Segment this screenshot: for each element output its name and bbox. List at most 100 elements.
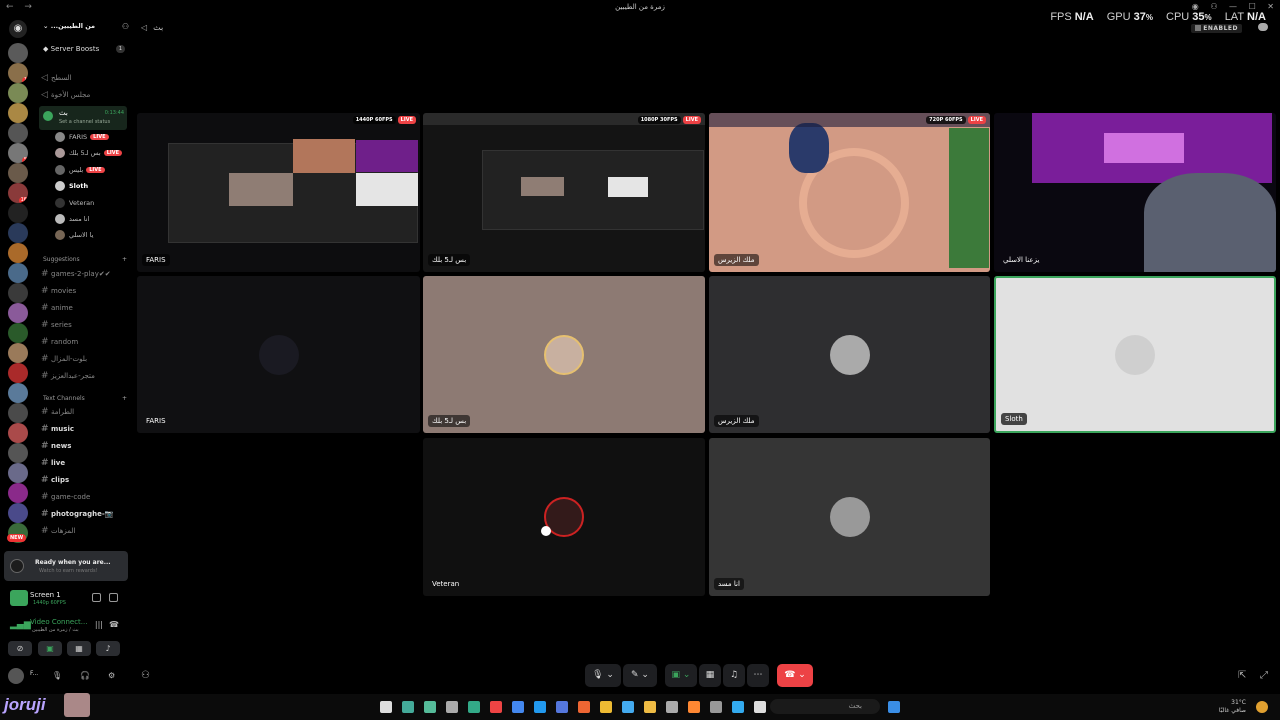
server-icon[interactable]: 5 bbox=[8, 143, 28, 163]
taskbar-app-icon[interactable] bbox=[534, 701, 546, 713]
voice-user[interactable]: بليس LIVE bbox=[55, 165, 105, 177]
text-channel[interactable]: # الطرامة bbox=[41, 405, 74, 420]
server-icon[interactable] bbox=[8, 303, 28, 323]
server-icon[interactable] bbox=[8, 463, 28, 483]
suggestions-header[interactable]: Suggestions + bbox=[43, 256, 127, 263]
server-icon[interactable] bbox=[8, 223, 28, 243]
inbox-icon[interactable]: ◉ bbox=[1192, 2, 1199, 11]
participant-tile[interactable]: ملك الزيرس bbox=[709, 276, 990, 433]
taskbar-app-icon[interactable] bbox=[578, 701, 590, 713]
server-icon[interactable] bbox=[8, 443, 28, 463]
chat-icon[interactable] bbox=[1258, 23, 1268, 31]
share-screen-button[interactable]: ▣ ⌄ bbox=[665, 664, 697, 687]
server-icon[interactable] bbox=[8, 163, 28, 183]
mic-icon[interactable]: 🎙 bbox=[52, 671, 62, 680]
disconnect-icon[interactable]: ☎ bbox=[109, 620, 119, 629]
taskbar-app-icon[interactable] bbox=[380, 701, 392, 713]
stream-tile[interactable]: 1080P 30FPS LIVE بس لـ5 بلك bbox=[423, 113, 705, 272]
participant-tile-speaking[interactable]: Sloth bbox=[994, 276, 1276, 433]
server-icon[interactable] bbox=[8, 383, 28, 403]
signal-icon[interactable]: ▂▄▆ bbox=[10, 620, 31, 630]
text-channel[interactable]: # music bbox=[41, 422, 74, 437]
voice-user[interactable]: Veteran bbox=[55, 198, 94, 210]
text-channel[interactable]: # games-2-play✔✔ bbox=[41, 267, 111, 282]
server-boosts[interactable]: ◆ Server Boosts 1 bbox=[43, 43, 125, 55]
server-icon[interactable] bbox=[8, 363, 28, 383]
voice-user[interactable]: بس لـ5 بلك LIVE bbox=[55, 148, 123, 160]
taskbar-search[interactable]: بحث bbox=[770, 699, 880, 714]
server-icon[interactable] bbox=[8, 263, 28, 283]
settings-gear-icon[interactable]: ⚙ bbox=[108, 671, 115, 680]
text-channel[interactable]: # series bbox=[41, 318, 72, 333]
voice-channel-roof[interactable]: ◁ السطح bbox=[41, 71, 72, 86]
participant-tile[interactable]: انا مسد bbox=[709, 438, 990, 596]
add-channel-icon[interactable]: + bbox=[122, 395, 127, 402]
voice-user[interactable]: انا مسد bbox=[55, 214, 89, 226]
noise-suppression-icon[interactable]: ||| bbox=[95, 620, 103, 629]
server-icon[interactable] bbox=[8, 423, 28, 443]
taskbar-app-icon[interactable] bbox=[754, 701, 766, 713]
stream-settings-icon[interactable] bbox=[92, 593, 101, 602]
taskbar-app-icon[interactable] bbox=[732, 701, 744, 713]
invite-participants-icon[interactable]: ⚇ bbox=[141, 670, 150, 681]
server-icon[interactable] bbox=[8, 83, 28, 103]
windows-start-icon[interactable] bbox=[888, 701, 900, 713]
voice-user[interactable]: يا الاسلي bbox=[55, 230, 93, 242]
fullscreen-icon[interactable]: ⤢ bbox=[1260, 670, 1268, 681]
stream-tile[interactable]: يزعنا الاسلي bbox=[994, 113, 1276, 272]
server-icon[interactable] bbox=[8, 483, 28, 503]
voice-user[interactable]: Sloth bbox=[55, 181, 88, 193]
camera-button[interactable]: ✎ ⌄ bbox=[623, 664, 657, 687]
server-icon[interactable]: 1 bbox=[8, 63, 28, 83]
weather-widget[interactable]: 31°C صافي غالبًا bbox=[1219, 699, 1246, 715]
taskbar-app-icon[interactable] bbox=[446, 701, 458, 713]
stream-tile[interactable]: 720P 60FPS LIVE ملك الزيرس bbox=[709, 113, 990, 272]
text-channel[interactable]: # clips bbox=[41, 473, 69, 488]
taskbar-app-icon[interactable] bbox=[688, 701, 700, 713]
camera-off-button[interactable]: ⊘ bbox=[8, 641, 32, 656]
server-icon[interactable] bbox=[8, 403, 28, 423]
invite-icon[interactable]: ⚇ bbox=[122, 22, 129, 31]
maximize-button[interactable]: ☐ bbox=[1249, 2, 1256, 11]
server-icon[interactable]: 16 bbox=[8, 183, 28, 203]
taskbar-app-icon[interactable] bbox=[644, 701, 656, 713]
participant-tile[interactable]: بس لـ5 بلك bbox=[423, 276, 705, 433]
server-icon[interactable] bbox=[8, 43, 28, 63]
soundboard-button[interactable]: ♫ bbox=[723, 664, 745, 687]
text-channel[interactable]: # game-code bbox=[41, 490, 90, 505]
help-icon[interactable]: ⚇ bbox=[1210, 2, 1217, 11]
disconnect-button[interactable]: ☎ ⌄ bbox=[777, 664, 813, 687]
server-icon[interactable] bbox=[8, 503, 28, 523]
server-icon[interactable] bbox=[8, 343, 28, 363]
participant-tile[interactable]: FARIS bbox=[137, 276, 420, 433]
minimize-button[interactable]: — bbox=[1229, 2, 1237, 11]
text-channel[interactable]: # news bbox=[41, 439, 71, 454]
text-channel[interactable]: # live bbox=[41, 456, 65, 471]
headphones-icon[interactable]: 🎧 bbox=[80, 671, 90, 680]
taskbar-app-icon[interactable] bbox=[600, 701, 612, 713]
server-icon[interactable] bbox=[8, 283, 28, 303]
taskbar-app-icon[interactable] bbox=[622, 701, 634, 713]
active-voice-channel[interactable]: بث 0:13:44 Set a channel status bbox=[39, 106, 127, 130]
user-avatar[interactable] bbox=[8, 668, 24, 684]
share-screen-button[interactable]: ▣ bbox=[38, 641, 62, 656]
voice-channel-council[interactable]: ◁ مجلس الأخوة bbox=[41, 88, 90, 103]
more-options-button[interactable]: ⋯ bbox=[747, 664, 769, 687]
taskbar-app-icon[interactable] bbox=[556, 701, 568, 713]
channel-status[interactable]: Set a channel status bbox=[59, 119, 110, 125]
text-channel[interactable]: # بلوت-المزال bbox=[41, 352, 87, 367]
taskbar-app-icon[interactable] bbox=[512, 701, 524, 713]
add-channel-icon[interactable]: + bbox=[122, 256, 127, 263]
activities-button[interactable]: ▦ bbox=[67, 641, 91, 656]
text-channels-header[interactable]: Text Channels + bbox=[43, 395, 127, 402]
taskbar-app-icon[interactable] bbox=[424, 701, 436, 713]
mute-button[interactable]: 🎙 ⌄ bbox=[585, 664, 621, 687]
taskbar-app-icon[interactable] bbox=[490, 701, 502, 713]
guild-header[interactable]: من الطيبين... ⌄ ⚇ bbox=[43, 22, 129, 34]
text-channel[interactable]: # المزهات bbox=[41, 524, 75, 539]
text-channel[interactable]: # movies bbox=[41, 284, 76, 299]
voice-user[interactable]: FARIS LIVE bbox=[55, 132, 109, 144]
discord-logo-icon[interactable]: ◉ bbox=[9, 20, 27, 38]
server-icon[interactable] bbox=[8, 103, 28, 123]
text-channel[interactable]: # anime bbox=[41, 301, 73, 316]
